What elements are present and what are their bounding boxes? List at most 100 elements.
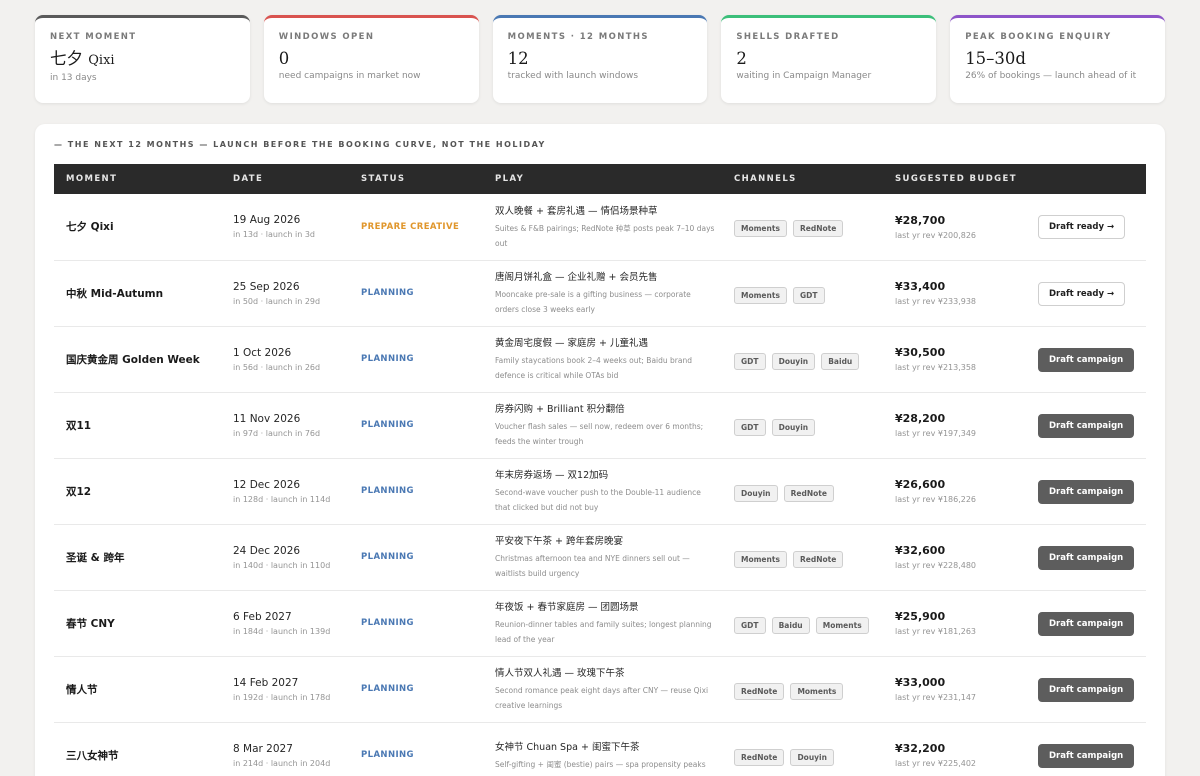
column-header: Moment [66, 174, 118, 184]
kpi-card: Peak Booking Enquiry 15–30d 26% of booking… [950, 15, 1165, 103]
column-header [1026, 164, 1146, 194]
action-cell: Draft campaign [1026, 458, 1146, 524]
status-badge: PLANNING [361, 684, 414, 694]
draft-campaign-button[interactable]: Draft campaign [1038, 545, 1135, 570]
launch-countdown: in 56d · launch in 26d [233, 362, 321, 372]
channels-cell: RedNote Moments [722, 656, 883, 722]
status-badge: PLANNING [361, 288, 414, 298]
moment-date: 8 Mar 2027 [233, 742, 293, 755]
draft-ready-button[interactable]: Draft ready → [1038, 215, 1126, 240]
launch-countdown: in 128d · launch in 114d [233, 494, 331, 504]
draft-campaign-button[interactable]: Draft campaign [1038, 413, 1135, 438]
last-year-revenue: last yr rev ¥233,938 [895, 297, 977, 306]
moment-name: 情人节 [66, 683, 98, 696]
draft-campaign-button[interactable]: Draft campaign [1038, 479, 1135, 504]
action-cell: Draft campaign [1026, 656, 1146, 722]
table-row[interactable]: 国庆黄金周 Golden Week 1 Oct 2026 in 56d · laun… [54, 326, 1146, 392]
action-cell: Draft ready → [1026, 260, 1146, 326]
date-cell: 19 Aug 2026 in 13d · launch in 3d [221, 194, 349, 260]
moment-name: 春节 CNY [66, 617, 115, 630]
channel-chip: Baidu [821, 352, 860, 370]
status-cell: PLANNING [349, 590, 483, 656]
play-title: 年末房券返场 — 双12加码 [495, 470, 609, 481]
channel-chip: Douyin [790, 748, 834, 766]
table-row[interactable]: 情人节 14 Feb 2027 in 192d · launch in 178d PL… [54, 656, 1146, 722]
status-cell: PLANNING [349, 260, 483, 326]
date-cell: 12 Dec 2026 in 128d · launch in 114d [221, 458, 349, 524]
date-cell: 11 Nov 2026 in 97d · launch in 76d [221, 392, 349, 458]
status-badge: PREPARE CREATIVE [361, 221, 460, 232]
draft-campaign-button[interactable]: Draft campaign [1038, 677, 1135, 702]
action-cell: Draft ready → [1026, 194, 1146, 260]
kpi-value: 15–30d [965, 49, 1150, 69]
last-year-revenue: last yr rev ¥213,358 [895, 363, 977, 372]
column-header: Date [233, 174, 264, 184]
play-description: Second-wave voucher push to the Double-1… [495, 488, 701, 512]
status-badge: PLANNING [361, 552, 414, 562]
play-title: 房券闪购 + Brilliant 积分翻倍 [495, 404, 625, 415]
channels-cell: GDT Douyin [722, 392, 883, 458]
draft-campaign-button[interactable]: Draft campaign [1038, 347, 1135, 372]
channel-chip: Douyin [734, 484, 778, 502]
draft-campaign-button[interactable]: Draft campaign [1038, 611, 1135, 636]
draft-ready-button[interactable]: Draft ready → [1038, 281, 1126, 306]
table-row[interactable]: 春节 CNY 6 Feb 2027 in 184d · launch in 139d… [54, 590, 1146, 656]
kpi-value-main: 0 [278, 49, 290, 68]
kpi-caption: waiting in Campaign Manager [736, 71, 872, 81]
column-header: Play [495, 174, 525, 184]
play-description: Voucher flash sales — sell now, redeem o… [495, 422, 704, 446]
action-cell: Draft campaign [1026, 392, 1146, 458]
channel-chip: RedNote [734, 682, 785, 700]
table-row[interactable]: 双11 11 Nov 2026 in 97d · launch in 76d PLAN… [54, 392, 1146, 458]
suggested-budget: ¥28,700 [895, 213, 946, 227]
launch-countdown: in 192d · launch in 178d [233, 692, 331, 702]
table-row[interactable]: 双12 12 Dec 2026 in 128d · launch in 114d PL… [54, 458, 1146, 524]
channel-chip: RedNote [793, 220, 844, 238]
launch-countdown: in 97d · launch in 76d [233, 428, 321, 438]
status-cell: PLANNING [349, 326, 483, 392]
budget-cell: ¥28,700 last yr rev ¥200,826 [883, 194, 1026, 260]
moment-name: 圣诞 & 跨年 [66, 551, 125, 564]
budget-cell: ¥33,000 last yr rev ¥231,147 [883, 656, 1026, 722]
moment-date: 6 Feb 2027 [233, 610, 292, 623]
channels-cell: GDT Baidu Moments [722, 590, 883, 656]
last-year-revenue: last yr rev ¥197,349 [895, 429, 977, 438]
status-cell: PLANNING [349, 458, 483, 524]
status-badge: PLANNING [361, 486, 414, 496]
draft-campaign-button[interactable]: Draft campaign [1038, 743, 1135, 768]
status-badge: PLANNING [361, 420, 414, 430]
last-year-revenue: last yr rev ¥200,826 [895, 230, 977, 240]
kpi-card: Shells Drafted 2 waiting in Campaign Manag… [721, 15, 937, 103]
date-cell: 6 Feb 2027 in 184d · launch in 139d [221, 590, 349, 656]
suggested-budget: ¥25,900 [895, 610, 946, 623]
moment-date: 1 Oct 2026 [233, 346, 292, 359]
action-cell: Draft campaign [1026, 590, 1146, 656]
play-description: Mooncake pre-sale is a gifting business … [495, 290, 691, 314]
table-row[interactable]: 七夕 Qixi 19 Aug 2026 in 13d · launch in 3d P… [54, 194, 1146, 260]
action-cell: Draft campaign [1026, 722, 1146, 776]
play-title: 双人晚餐 + 套房礼遇 — 情侣场景种草 [495, 205, 658, 217]
channel-chip: RedNote [783, 484, 834, 502]
table-row[interactable]: 中秋 Mid-Autumn 25 Sep 2026 in 50d · launch … [54, 260, 1146, 326]
action-cell: Draft campaign [1026, 524, 1146, 590]
play-description: Reunion-dinner tables and family suites;… [495, 620, 712, 644]
play-title: 平安夜下午茶 + 跨年套房晚宴 [495, 536, 623, 547]
kpi-caption: 26% of bookings — launch ahead of it [965, 71, 1137, 81]
last-year-revenue: last yr rev ¥225,402 [895, 759, 977, 768]
kpi-label: Shells Drafted [736, 32, 840, 42]
moment-cell: 七夕 Qixi [54, 194, 221, 260]
moments-panel: — The next 12 months — launch before the… [35, 124, 1165, 776]
moment-cell: 双11 [54, 392, 221, 458]
table-row[interactable]: 圣诞 & 跨年 24 Dec 2026 in 140d · launch in 11… [54, 524, 1146, 590]
table-row[interactable]: 三八女神节 8 Mar 2027 in 214d · launch in 204d P… [54, 722, 1146, 776]
channels-cell: Moments GDT [722, 260, 883, 326]
moments-table: Moment Date Status Play Channels Suggested Bu… [54, 164, 1146, 776]
budget-cell: ¥26,600 last yr rev ¥186,226 [883, 458, 1026, 524]
play-cell: 年末房券返场 — 双12加码 Second-wave voucher push t… [483, 458, 722, 524]
kpi-card: Next Moment 七夕 Qixi in 13 days [35, 15, 250, 103]
channel-chip: Moments [790, 682, 844, 700]
date-cell: 25 Sep 2026 in 50d · launch in 29d [221, 260, 349, 326]
column-header: Suggested Budget [895, 174, 1017, 184]
kpi-caption: in 13 days [50, 73, 97, 83]
play-cell: 情人节双人礼遇 — 玫瑰下午茶 Second romance peak eight… [483, 656, 722, 722]
